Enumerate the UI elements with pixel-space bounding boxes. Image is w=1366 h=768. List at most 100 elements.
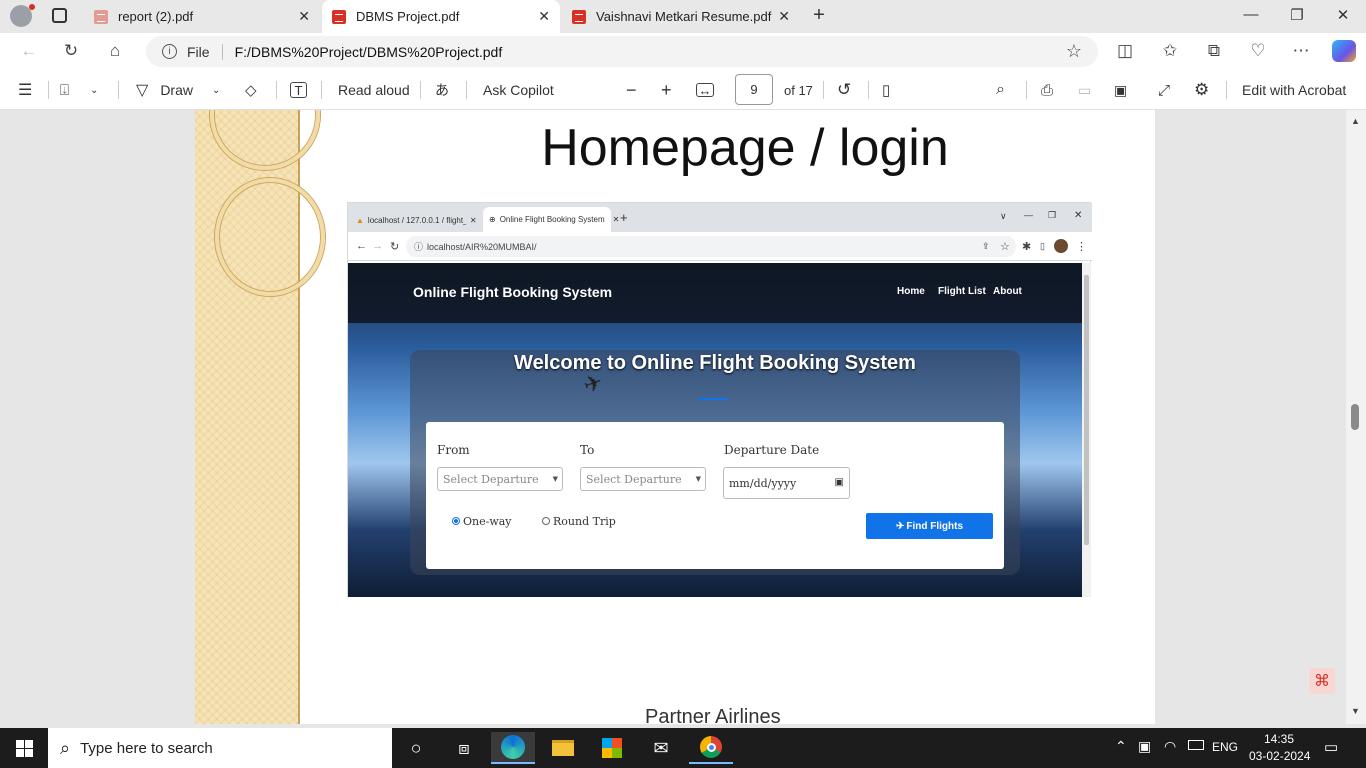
close-icon[interactable]: ✕	[778, 8, 790, 25]
dropdown-arrow-icon: ▼	[552, 475, 558, 483]
chevron-up-icon[interactable]: ⌃	[1115, 738, 1127, 755]
battery-icon[interactable]	[1188, 740, 1204, 750]
departure-date-label: Departure Date	[724, 443, 820, 457]
draw-label: Draw	[160, 82, 193, 98]
eraser-icon[interactable]: ◇	[245, 80, 257, 100]
microsoft-store-icon[interactable]	[590, 732, 634, 764]
scroll-down-arrow[interactable]: ▼	[1351, 706, 1360, 716]
embedded-screenshot: ▲ localhost / 127.0.0.1 / flight_boo ✕ ⊕…	[347, 202, 1092, 597]
table-of-contents-icon[interactable]: ☰	[18, 80, 32, 100]
scroll-up-arrow[interactable]: ▲	[1351, 116, 1360, 126]
edge-browser-icon[interactable]	[491, 732, 535, 764]
restore-icon: ❐	[1048, 210, 1057, 220]
toolbar-divider	[48, 81, 49, 99]
date-placeholder: mm/dd/yyyy	[729, 476, 797, 490]
new-tab-button[interactable]: +	[804, 4, 834, 27]
toolbar-divider	[321, 81, 322, 99]
one-way-label: One-way	[463, 515, 512, 528]
tab-actions-icon[interactable]	[52, 8, 67, 23]
text-box-icon[interactable]: T	[290, 82, 307, 98]
heading-underline	[698, 398, 728, 400]
split-screen-icon[interactable]: ◫	[1114, 41, 1136, 61]
meet-now-icon[interactable]: ▣	[1138, 738, 1151, 755]
close-icon[interactable]: ✕	[298, 8, 310, 25]
globe-icon: ⊕	[489, 215, 496, 224]
taskbar-search[interactable]: ⌕ Type here to search	[48, 728, 392, 768]
save-icon[interactable]: ▭	[1078, 80, 1091, 100]
restore-button[interactable]: ❐	[1282, 6, 1312, 24]
chevron-down-icon[interactable]: ⌄	[90, 80, 98, 100]
phpmyadmin-icon: ▲	[356, 216, 364, 225]
chevron-down-icon: ∨	[1000, 211, 1007, 221]
inner-tab-active: ⊕ Online Flight Booking System ✕	[483, 207, 619, 232]
more-menu-icon[interactable]: ⋯	[1290, 41, 1312, 61]
collections-icon[interactable]: ⧉	[1203, 41, 1225, 61]
fullscreen-icon[interactable]: ⤢	[1158, 80, 1170, 100]
tab-report-pdf[interactable]: report (2).pdf ✕	[84, 0, 320, 33]
task-view-icon[interactable]: ⧈	[442, 732, 486, 764]
draw-button[interactable]: ▽ Draw	[136, 80, 193, 100]
home-icon[interactable]: ⌂	[104, 41, 126, 61]
tab-label: report (2).pdf	[118, 9, 194, 24]
close-icon[interactable]: ✕	[538, 8, 550, 25]
favorite-star-icon[interactable]: ☆	[1066, 41, 1082, 62]
pdf-file-icon	[572, 9, 586, 24]
page-number-input[interactable]: 9	[735, 74, 773, 105]
translate-icon[interactable]: あ	[435, 80, 449, 100]
zoom-out-icon[interactable]: −	[626, 80, 637, 100]
tab-resume-pdf[interactable]: Vaishnavi Metkari Resume.pdf ✕	[562, 0, 800, 33]
minimize-button[interactable]: —	[1236, 6, 1266, 23]
save-as-icon[interactable]: ▣	[1114, 80, 1127, 100]
info-icon[interactable]: i	[162, 44, 177, 59]
address-bar[interactable]: i File F:/DBMS%20Project/DBMS%20Project.…	[146, 36, 1098, 67]
edit-with-acrobat-button[interactable]: Edit with Acrobat	[1242, 80, 1346, 100]
highlight-icon[interactable]: ⍗	[60, 80, 69, 100]
print-icon[interactable]: ⎙	[1041, 80, 1053, 100]
chrome-icon[interactable]	[689, 732, 733, 764]
page-view-icon[interactable]: ▯	[882, 80, 890, 100]
from-select-value: Select Departure	[443, 472, 539, 486]
calendar-icon: ▣	[834, 477, 844, 488]
windows-start-icon[interactable]	[2, 732, 46, 764]
refresh-icon[interactable]: ↻	[60, 41, 82, 61]
ask-copilot-button[interactable]: Ask Copilot	[483, 80, 554, 100]
new-tab-icon: +	[620, 210, 628, 225]
tab-dbms-project-pdf[interactable]: DBMS Project.pdf ✕	[322, 0, 560, 33]
wifi-icon[interactable]: ◠	[1164, 738, 1176, 755]
notifications-icon[interactable]: ▭	[1324, 738, 1338, 756]
round-trip-label: Round Trip	[553, 515, 616, 528]
chevron-down-icon[interactable]: ⌄	[212, 80, 220, 100]
scroll-thumb[interactable]	[1351, 404, 1359, 430]
inner-scroll-thumb	[1084, 275, 1089, 545]
read-aloud-button[interactable]: Read aloud	[338, 80, 410, 100]
extensions-icon[interactable]: ♡	[1247, 41, 1269, 61]
url-text: F:/DBMS%20Project/DBMS%20Project.pdf	[234, 43, 503, 60]
pdf-viewport[interactable]: Homepage / login ▲ localhost / 127.0.0.1…	[0, 110, 1350, 724]
back-icon[interactable]: ←	[18, 41, 40, 61]
pdf-file-icon	[332, 9, 346, 24]
mail-icon[interactable]: ✉	[639, 732, 683, 764]
rotate-icon[interactable]: ↺	[837, 80, 851, 100]
vertical-scrollbar[interactable]: ▲ ▼	[1346, 110, 1366, 724]
acrobat-icon[interactable]: ⌘	[1309, 668, 1335, 694]
favorites-icon[interactable]: ✩	[1159, 41, 1181, 61]
cortana-icon[interactable]: ○	[394, 732, 438, 764]
clock-time[interactable]: 14:35	[1264, 732, 1294, 746]
search-icon[interactable]: ⌕	[996, 80, 1005, 100]
settings-gear-icon[interactable]: ⚙	[1194, 80, 1209, 100]
file-explorer-icon[interactable]	[541, 732, 585, 764]
avatar	[1054, 239, 1068, 253]
inner-url-box: ⓘ localhost/AIR%20MUMBAI/	[406, 236, 1016, 257]
copilot-icon[interactable]	[1332, 40, 1356, 62]
fit-width-icon[interactable]: ↔	[696, 83, 714, 98]
tab-strip: report (2).pdf ✕ DBMS Project.pdf ✕ Vais…	[0, 0, 1366, 33]
toolbar-divider	[823, 81, 824, 99]
round-trip-radio	[542, 517, 550, 525]
forward-icon: →	[372, 240, 383, 252]
inner-tab-strip: ▲ localhost / 127.0.0.1 / flight_boo ✕ ⊕…	[348, 203, 1092, 232]
close-window-button[interactable]: ✕	[1328, 6, 1358, 24]
toolbar-divider	[276, 81, 277, 99]
zoom-in-icon[interactable]: +	[661, 80, 672, 100]
clock-date[interactable]: 03-02-2024	[1249, 749, 1310, 763]
language-indicator[interactable]: ENG	[1212, 740, 1238, 754]
